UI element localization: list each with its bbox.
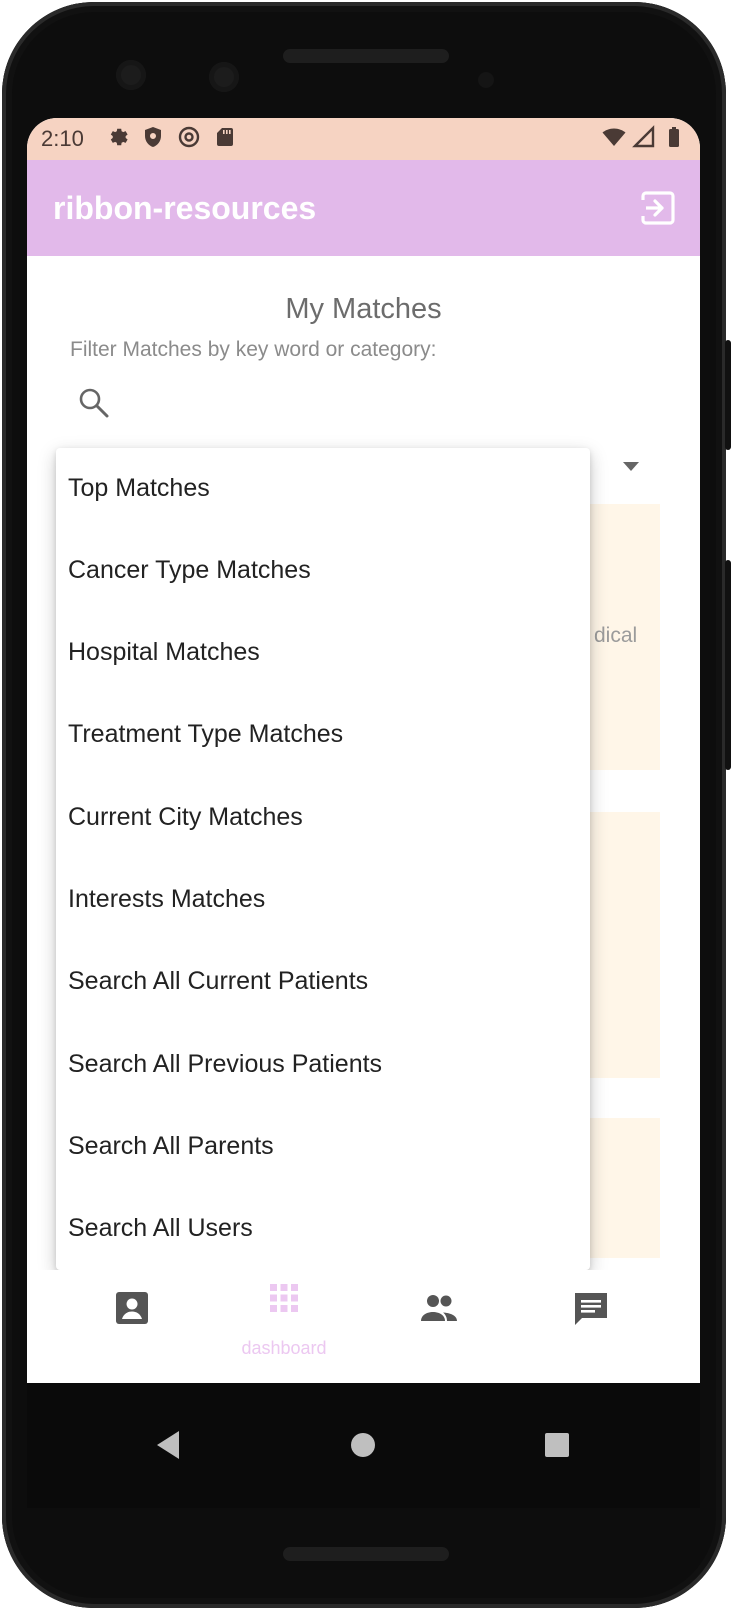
grid-dashboard-icon bbox=[270, 1284, 298, 1312]
back-icon[interactable] bbox=[147, 1423, 191, 1467]
bottom-speaker bbox=[283, 1547, 449, 1561]
at-sign-icon bbox=[178, 126, 200, 148]
chevron-down-icon[interactable] bbox=[623, 462, 639, 471]
menu-item-treatment-type-matches[interactable]: Treatment Type Matches bbox=[56, 694, 590, 776]
shield-icon bbox=[145, 127, 161, 147]
match-card[interactable] bbox=[587, 1118, 660, 1258]
menu-item-search-previous-patients[interactable]: Search All Previous Patients bbox=[56, 1024, 590, 1106]
search-icon bbox=[79, 388, 109, 418]
people-icon bbox=[421, 1295, 457, 1321]
category-dropdown-menu: Top Matches Cancer Type Matches Hospital… bbox=[56, 448, 590, 1270]
logout-icon[interactable] bbox=[638, 188, 678, 228]
page-title: My Matches bbox=[285, 293, 442, 325]
status-time: 2:10 bbox=[41, 126, 84, 151]
nav-profile[interactable] bbox=[72, 1280, 192, 1370]
nav-dashboard[interactable]: dashboard bbox=[224, 1280, 344, 1370]
sd-card-icon bbox=[217, 128, 233, 146]
home-icon[interactable] bbox=[341, 1423, 385, 1467]
menu-item-top-matches[interactable]: Top Matches bbox=[56, 448, 590, 530]
bottom-navigation: dashboard bbox=[27, 1270, 700, 1380]
gear-icon bbox=[110, 128, 128, 146]
menu-item-current-city-matches[interactable]: Current City Matches bbox=[56, 777, 590, 859]
system-navigation-bar bbox=[27, 1383, 700, 1508]
earpiece-speaker bbox=[283, 49, 449, 63]
power-button bbox=[725, 340, 731, 450]
app-bar: ribbon-resources bbox=[27, 160, 700, 256]
search-input[interactable] bbox=[123, 384, 627, 426]
recents-icon[interactable] bbox=[535, 1423, 579, 1467]
proximity-sensor bbox=[478, 72, 494, 88]
menu-item-search-parents[interactable]: Search All Parents bbox=[56, 1106, 590, 1188]
battery-icon bbox=[669, 127, 679, 147]
menu-item-search-all-users[interactable]: Search All Users bbox=[56, 1188, 590, 1270]
nav-messages[interactable] bbox=[530, 1280, 650, 1370]
menu-item-interests-matches[interactable]: Interests Matches bbox=[56, 859, 590, 941]
signal-icon bbox=[632, 125, 655, 148]
sensor-icon bbox=[209, 62, 239, 92]
app-title: ribbon-resources bbox=[53, 190, 317, 226]
status-left-icons bbox=[105, 125, 237, 149]
menu-item-cancer-type-matches[interactable]: Cancer Type Matches bbox=[56, 530, 590, 612]
nav-dashboard-label: dashboard bbox=[241, 1338, 327, 1358]
front-camera-icon bbox=[116, 60, 146, 90]
card-text-fragment: dical bbox=[594, 624, 638, 647]
menu-item-search-current-patients[interactable]: Search All Current Patients bbox=[56, 941, 590, 1023]
filter-label: Filter Matches by key word or category: bbox=[70, 338, 437, 361]
volume-button bbox=[725, 560, 731, 770]
chat-icon bbox=[575, 1293, 607, 1325]
contact-card-icon bbox=[116, 1292, 148, 1324]
status-bar: 2:10 bbox=[27, 118, 700, 160]
app-screen: 2:10 ribbon-resources My Matches Filter … bbox=[27, 118, 700, 1508]
menu-item-hospital-matches[interactable]: Hospital Matches bbox=[56, 612, 590, 694]
nav-people[interactable] bbox=[377, 1280, 497, 1370]
status-right-icons bbox=[602, 125, 686, 149]
match-card[interactable] bbox=[587, 812, 660, 1078]
wifi-icon bbox=[602, 128, 626, 146]
search-field bbox=[67, 380, 627, 430]
